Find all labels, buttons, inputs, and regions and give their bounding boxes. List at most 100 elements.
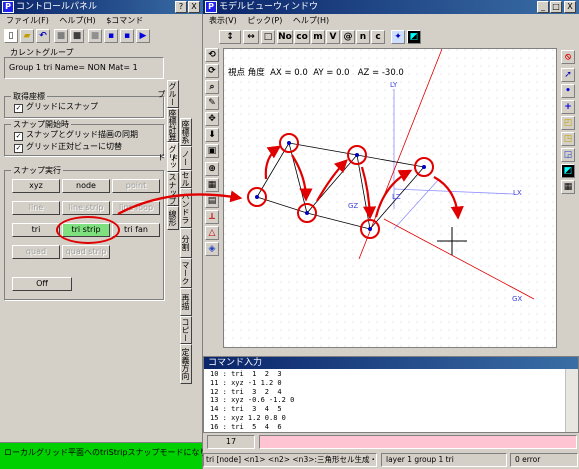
gz-axis-label: GZ xyxy=(348,202,359,210)
snap-line-strip-button[interactable]: line strip xyxy=(62,201,110,215)
menu-help[interactable]: ヘルプ(H) xyxy=(59,16,95,25)
dot-icon[interactable]: • xyxy=(561,84,575,98)
menu-view[interactable]: 表示(V) xyxy=(209,16,237,25)
status-bar: tri [node] <n1> <n2> <n3>:三角形セル生成・変更 lay… xyxy=(203,451,579,469)
help-button[interactable]: ? xyxy=(175,1,187,13)
tab-divide[interactable]: 分割 xyxy=(180,228,192,258)
menu-help[interactable]: ヘルプ(H) xyxy=(293,16,329,25)
snap-node-button[interactable]: node xyxy=(62,179,110,193)
color-icon[interactable]: ◩ xyxy=(407,30,421,44)
grid-line-icon[interactable]: ▤ xyxy=(205,194,219,208)
table-icon[interactable]: ▦ xyxy=(561,180,575,194)
square-gray2-icon[interactable]: ■ xyxy=(88,29,102,43)
zoom-icon[interactable]: ⌕ xyxy=(205,80,219,94)
rotate-up-icon[interactable]: ⟲ xyxy=(205,48,219,62)
move-icon[interactable]: ✥ xyxy=(205,112,219,126)
viewport-canvas xyxy=(224,49,556,347)
snap-quad-strip-button[interactable]: quad strip xyxy=(62,245,110,259)
app-icon: P xyxy=(2,1,14,13)
model-view-titlebar[interactable]: P モデルビューウィンドウ _ □ X xyxy=(203,0,579,14)
menu-command[interactable]: $コマンド xyxy=(106,16,143,25)
snap-line-loop-button[interactable]: line loop xyxy=(112,201,160,215)
cube-yellow2-icon[interactable]: ◳ xyxy=(561,132,575,146)
model-viewport[interactable]: 視点 角度 AX = 0.0 AY = 0.0 AZ = -30.0 LY LX… xyxy=(223,48,557,348)
command-title: コマンド入力 xyxy=(208,358,263,368)
play-icon[interactable]: ▶ xyxy=(136,29,150,43)
co-toggle[interactable]: co xyxy=(294,30,310,44)
snap-quad-button[interactable]: quad xyxy=(12,245,60,259)
command-titlebar[interactable]: コマンド入力 xyxy=(204,357,578,369)
command-line-7: 16 : tri 5 4 6 xyxy=(210,423,282,431)
tab-coord-calc[interactable]: 座標計算 xyxy=(167,108,179,142)
triangle-icon[interactable]: △ xyxy=(205,226,219,240)
frame-icon[interactable]: ▣ xyxy=(205,144,219,158)
pointer-icon[interactable]: ➚ xyxy=(561,68,575,82)
model-view-menubar: 表示(V) ピック(P) ヘルプ(H) xyxy=(209,15,337,27)
tab-snap[interactable]: スナップ xyxy=(167,172,179,206)
command-scrollbar[interactable] xyxy=(565,369,578,432)
snap-line-button[interactable]: line xyxy=(12,201,60,215)
v-toggle[interactable]: V xyxy=(326,30,340,44)
bucket-icon[interactable]: ◈ xyxy=(205,242,219,256)
target-icon[interactable]: ⊕ xyxy=(205,162,219,176)
tab-handler[interactable]: ハンドラー xyxy=(170,188,192,228)
tab-node[interactable]: ノード xyxy=(170,146,192,170)
tab-redraw[interactable]: 再描 xyxy=(180,288,192,316)
snap-tri-button[interactable]: tri xyxy=(12,223,60,237)
horizontal-arrow-icon[interactable]: ↔ xyxy=(243,30,259,44)
cube-yellow-icon[interactable]: ◰ xyxy=(561,116,575,130)
current-group-value: Group 1 tri Name= NON Mat= 1 xyxy=(9,63,138,72)
command-line-4: 13 : xyz -0.6 -1.2 0 xyxy=(210,396,295,404)
cube-blue-icon[interactable]: ◲ xyxy=(561,148,575,162)
grid-view-label: グリッド正対ビューに切替 xyxy=(26,142,122,151)
c-toggle[interactable]: c xyxy=(371,30,385,44)
command-hint: tri [node] <n1> <n2> <n3>:三角形セル生成・変更 xyxy=(206,455,377,464)
new-doc-icon[interactable]: ▯ xyxy=(4,29,18,43)
sync-checkbox[interactable]: ✓ スナップとグリッド描画の同期 xyxy=(14,130,138,141)
square-gray-icon[interactable]: ■ xyxy=(54,29,68,43)
pencil-icon[interactable]: ✎ xyxy=(205,96,219,110)
tab-mark[interactable]: マーク xyxy=(180,258,192,288)
command-line-1: 10 : tri 1 2 3 xyxy=(210,370,282,378)
blue-dot-icon[interactable]: ▪ xyxy=(104,29,118,43)
tab-copy[interactable]: コピー xyxy=(180,316,192,344)
tab-define-direction[interactable]: 定義方向 xyxy=(180,344,192,384)
number-toggle[interactable]: No xyxy=(277,30,293,44)
snap-xyz-button[interactable]: xyz xyxy=(12,179,60,193)
menu-pick[interactable]: ピック(P) xyxy=(247,16,282,25)
blue-dot2-icon[interactable]: ▪ xyxy=(120,29,134,43)
color-map-icon[interactable]: ◩ xyxy=(561,164,575,178)
close-button[interactable]: X xyxy=(188,1,200,13)
rotate-icon[interactable]: ⟳ xyxy=(205,64,219,78)
vertical-arrow-icon[interactable]: ↕ xyxy=(219,30,241,44)
command-input[interactable] xyxy=(259,435,577,449)
snap-node-icon[interactable]: ✦ xyxy=(391,30,405,44)
minimize-button[interactable]: _ xyxy=(537,1,549,13)
snap-point-button[interactable]: point xyxy=(112,179,160,193)
axis-icon[interactable]: ⟂ xyxy=(205,210,219,224)
plus-icon[interactable]: + xyxy=(561,100,575,114)
acquire-coords-label: 取得座標 xyxy=(11,91,47,102)
close-button[interactable]: X xyxy=(564,1,576,13)
undo-icon[interactable]: ↶ xyxy=(36,29,50,43)
tab-coord-system[interactable]: 座標系 xyxy=(180,118,192,146)
grid-snap-checkbox[interactable]: ✓ グリッドにスナップ xyxy=(14,102,98,113)
control-panel-titlebar[interactable]: P コントロールパネル ? X xyxy=(0,0,203,14)
page-icon[interactable]: □ xyxy=(261,30,275,44)
at-toggle[interactable]: @ xyxy=(341,30,355,44)
no-entry-icon[interactable]: ⦸ xyxy=(561,50,575,64)
tab-cell[interactable]: セル xyxy=(180,170,192,188)
maximize-button[interactable]: □ xyxy=(550,1,562,13)
n-toggle[interactable]: n xyxy=(356,30,370,44)
tab-group[interactable]: グループ xyxy=(157,80,179,108)
grid-view-checkbox[interactable]: ✓ グリッド正対ビューに切替 xyxy=(14,142,122,153)
tab-linear[interactable]: 線形 xyxy=(167,206,179,230)
grid-icon[interactable]: ▦ xyxy=(205,178,219,192)
open-folder-icon[interactable]: ▰ xyxy=(20,29,34,43)
down-arrow-icon[interactable]: ⬇ xyxy=(205,128,219,142)
grid-snap-label: グリッドにスナップ xyxy=(26,102,98,111)
menu-file[interactable]: ファイル(F) xyxy=(6,16,49,25)
snap-off-button[interactable]: Off xyxy=(12,277,72,291)
m-toggle[interactable]: m xyxy=(311,30,325,44)
square-dark-icon[interactable]: ■ xyxy=(70,29,84,43)
